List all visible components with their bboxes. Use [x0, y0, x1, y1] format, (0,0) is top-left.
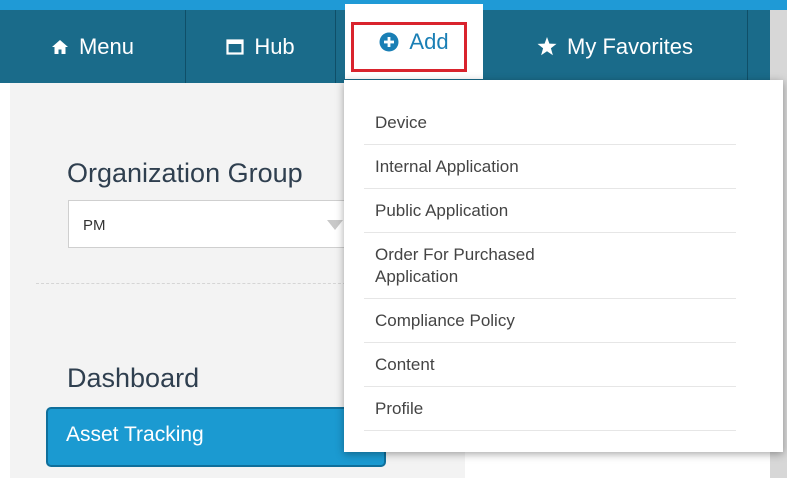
organization-group-select[interactable]: PM [68, 200, 358, 248]
nav-add-label: Add [409, 28, 449, 54]
window-icon [226, 38, 244, 55]
nav-add-button[interactable]: Add [345, 4, 483, 79]
home-icon [51, 39, 69, 55]
add-menu-item-profile[interactable]: Profile [364, 399, 736, 431]
chevron-down-icon [327, 220, 343, 230]
nav-hub-label: Hub [254, 33, 295, 59]
add-menu-item-order-for-purchased-application[interactable]: Order For Purchased Application [364, 244, 736, 299]
organization-group-value: PM [83, 217, 106, 234]
nav-menu-label: Menu [78, 33, 135, 59]
nav-hub-button[interactable]: Hub [186, 10, 336, 83]
organization-group-label: Organization Group [67, 158, 303, 188]
dashboard-heading: Dashboard [67, 363, 200, 393]
add-menu-item-internal-application[interactable]: Internal Application [364, 157, 736, 189]
add-menu-item-compliance-policy[interactable]: Compliance Policy [364, 311, 736, 343]
add-dropdown-menu: Device Internal Application Public Appli… [344, 80, 783, 452]
star-icon [537, 37, 557, 56]
divider [36, 283, 346, 284]
plus-circle-icon [379, 32, 399, 52]
nav-favorites-label: My Favorites [567, 33, 693, 59]
add-menu-item-content[interactable]: Content [364, 355, 736, 387]
add-menu-item-public-application[interactable]: Public Application [364, 201, 736, 233]
nav-menu-button[interactable]: Menu [0, 10, 186, 83]
asset-tracking-button[interactable]: Asset Tracking [46, 407, 386, 467]
add-menu-item-device[interactable]: Device [364, 113, 736, 145]
nav-favorites-button[interactable]: My Favorites [483, 10, 748, 83]
